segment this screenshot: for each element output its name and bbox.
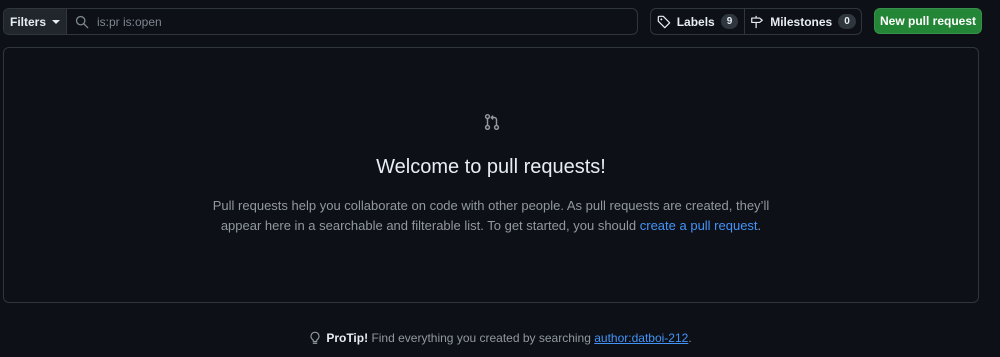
search-input[interactable]: [97, 14, 637, 29]
protip-label: ProTip!: [326, 331, 369, 345]
blankslate-description: Pull requests help you collaborate on co…: [204, 196, 778, 236]
milestones-count-badge: 0: [838, 14, 856, 29]
milestones-button[interactable]: Milestones 0: [745, 9, 861, 34]
labels-milestones-group: Labels 9 Milestones 0: [650, 8, 862, 35]
create-pull-request-link[interactable]: create a pull request: [640, 218, 758, 233]
protip-text: Find everything you created by searching: [371, 331, 591, 345]
labels-label: Labels: [676, 14, 715, 29]
caret-down-icon: [52, 19, 60, 24]
blankslate: Welcome to pull requests! Pull requests …: [3, 47, 979, 303]
git-pull-request-icon: [484, 113, 500, 131]
search-wrapper: [67, 9, 637, 34]
labels-count-badge: 9: [720, 14, 739, 29]
light-bulb-icon: [310, 331, 320, 344]
protip: ProTip! Find everything you created by s…: [0, 331, 1000, 345]
milestone-icon: [751, 15, 764, 28]
new-pull-request-button[interactable]: New pull request: [874, 8, 982, 34]
filters-label: Filters: [9, 14, 46, 29]
author-search-link[interactable]: author:datboi-212: [594, 331, 688, 345]
filter-search-group: Filters: [3, 8, 638, 35]
tag-icon: [657, 15, 671, 28]
search-icon: [75, 15, 89, 28]
blankslate-title: Welcome to pull requests!: [376, 156, 606, 178]
blankslate-description-end: .: [757, 218, 762, 233]
labels-button[interactable]: Labels 9: [651, 9, 745, 34]
filters-button[interactable]: Filters: [4, 9, 67, 34]
toolbar: Filters Labels 9 Milestone: [3, 8, 983, 35]
protip-suffix: .: [688, 331, 692, 345]
milestones-label: Milestones: [770, 14, 833, 29]
